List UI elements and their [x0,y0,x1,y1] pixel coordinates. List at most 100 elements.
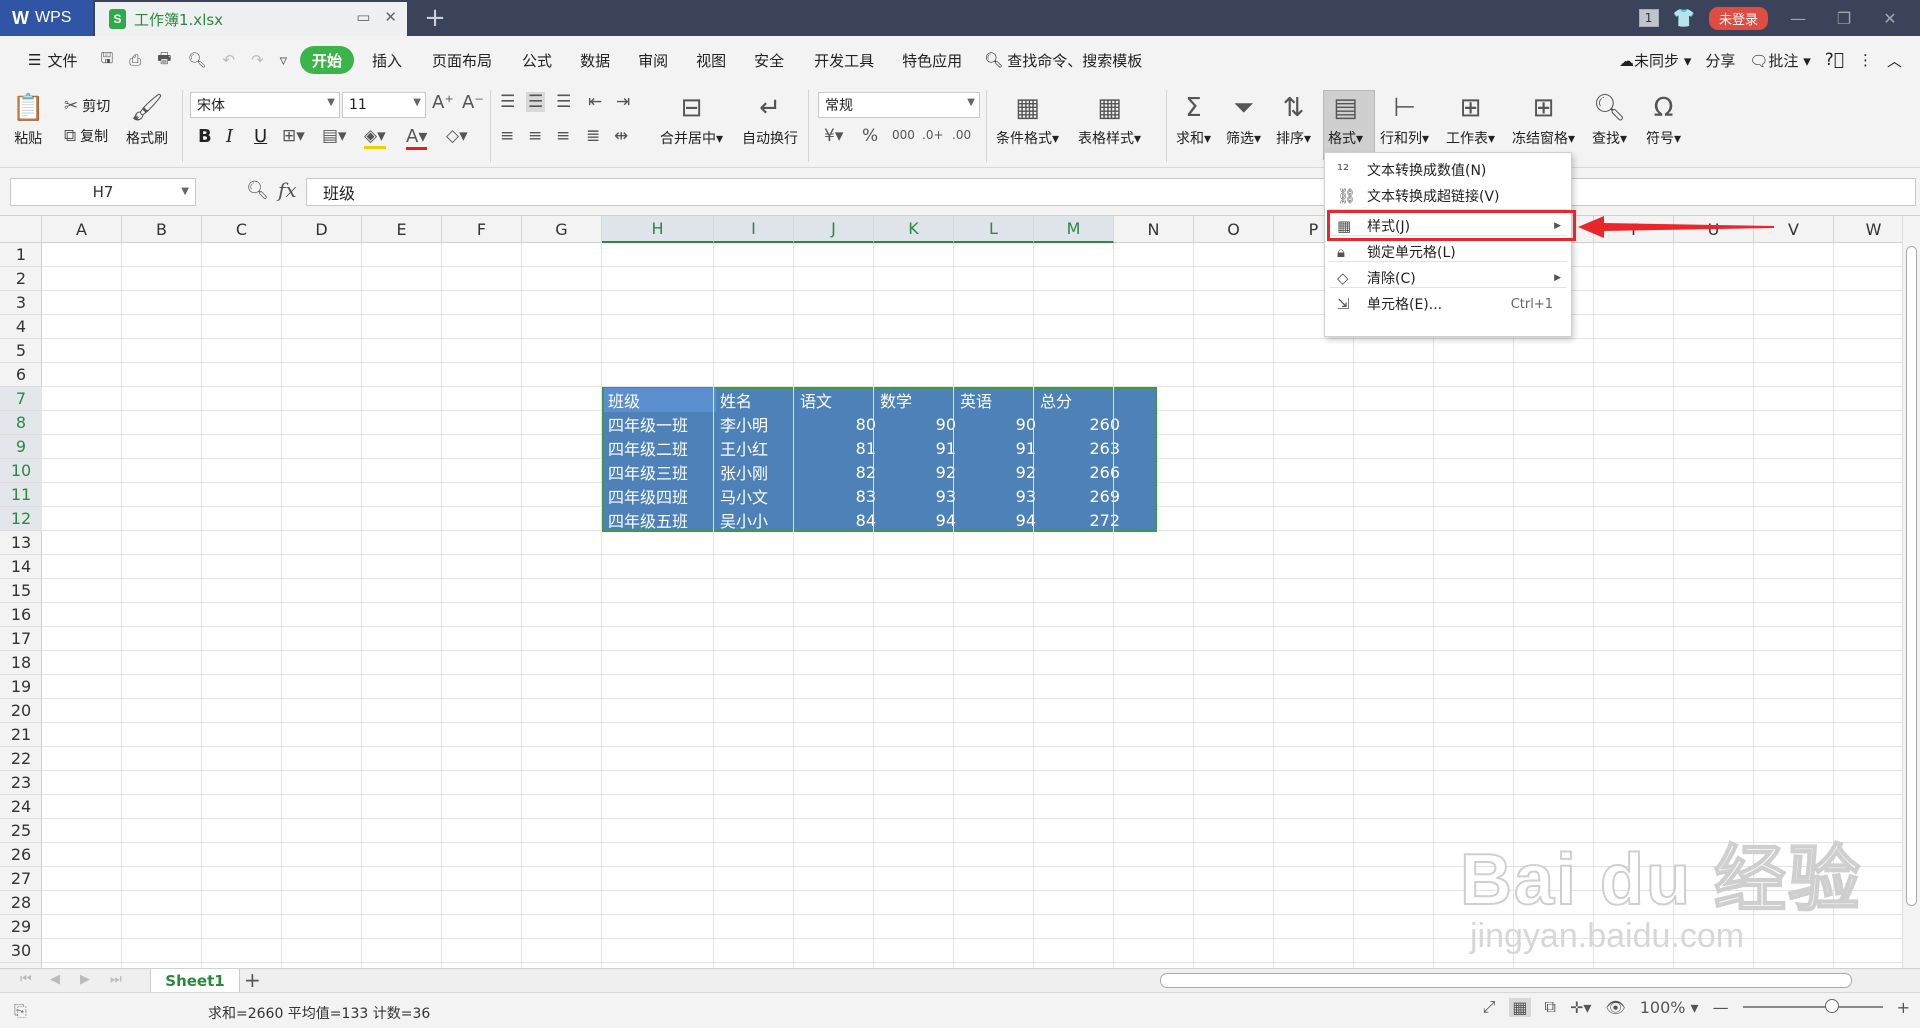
save-icon[interactable]: 🖫 [95,48,118,73]
table-cell[interactable]: 四年级五班 [608,508,716,532]
align-right-icon[interactable]: ≡ [556,126,570,146]
row-header[interactable]: 15 [0,579,42,603]
column-header[interactable]: C [202,216,282,243]
table-cell[interactable]: 263 [1040,436,1120,460]
menu-item[interactable]: ⛓ 文本转换成超链接(V) [1325,181,1571,211]
table-cell[interactable]: 260 [1040,412,1120,436]
column-header[interactable]: J [794,216,874,243]
prev-sheet-icon[interactable]: ◀ [50,972,60,987]
row-header[interactable]: 30 [0,939,42,963]
row-header[interactable]: 1 [0,243,42,267]
table-cell[interactable]: 93 [880,484,956,508]
row-header[interactable]: 21 [0,723,42,747]
column-header[interactable]: A [42,216,122,243]
undo-icon[interactable]: ↶ [217,51,240,69]
font-size-select[interactable]: 11 ▼ [342,92,426,118]
table-cell[interactable]: 92 [960,460,1036,484]
zoom-slider[interactable] [1742,999,1883,1013]
distributed-icon[interactable]: ⇹ [614,126,628,146]
row-header[interactable]: 9 [0,435,42,459]
table-cell[interactable]: 吴小小 [720,508,796,532]
tab-formulas[interactable]: 公式 [510,46,564,74]
table-cell[interactable]: 李小明 [720,412,796,436]
freeze-panes-button[interactable]: ⊞ 冻结窗格▾ [1512,92,1575,148]
scroll-thumb[interactable] [1906,246,1917,906]
login-button[interactable]: 未登录 [1708,6,1768,30]
horizontal-scrollbar[interactable] [1160,973,1852,988]
close-window-icon[interactable]: ✕ [1874,9,1906,28]
row-header[interactable]: 18 [0,651,42,675]
table-cell[interactable]: 张小刚 [720,460,796,484]
page-break-view-icon[interactable]: ⧉ [1545,997,1556,1017]
row-header[interactable]: 16 [0,603,42,627]
table-header-cell[interactable]: 总分 [1040,388,1120,412]
currency-icon[interactable]: ¥▾ [824,126,843,146]
table-cell[interactable]: 90 [960,412,1036,436]
skin-shirt-icon[interactable]: 👕 [1673,8,1695,29]
print-preview-icon[interactable]: 🔍︎ [182,51,211,69]
table-cell[interactable]: 82 [800,460,876,484]
filter-button[interactable]: ⏷ 筛选▾ [1226,92,1261,148]
table-cell[interactable]: 四年级三班 [608,460,716,484]
help-icon[interactable]: ?⃝ [1825,50,1844,70]
tab-review[interactable]: 审阅 [626,46,680,74]
column-header[interactable]: I [714,216,794,243]
symbol-button[interactable]: Ω 符号▾ [1646,92,1681,148]
file-menu[interactable]: ☰ 文件 [16,46,89,74]
row-header[interactable]: 17 [0,627,42,651]
underline-button[interactable]: U [254,126,267,147]
tab-security[interactable]: 安全 [742,46,796,74]
worksheet-button[interactable]: ⊞ 工作表▾ [1446,92,1495,148]
tab-view[interactable]: 视图 [684,46,738,74]
zoom-formula-icon[interactable]: 🔍︎ [246,180,269,201]
tab-developer[interactable]: 开发工具 [802,46,886,74]
column-header[interactable]: G [522,216,602,243]
sort-button[interactable]: ⇅ 排序▾ [1276,92,1311,148]
increase-font-icon[interactable]: A⁺ [432,92,454,113]
copy-button[interactable]: ⧉ 复制 [64,126,108,146]
column-header[interactable]: L [954,216,1034,243]
table-cell[interactable]: 93 [960,484,1036,508]
font-color-icon[interactable]: A▾ [406,126,428,150]
paste-button[interactable]: 📋 粘贴 [12,92,44,148]
row-header[interactable]: 4 [0,315,42,339]
wrap-text-button[interactable]: ↵ 自动换行 [742,92,798,148]
document-tab[interactable]: S 工作簿1.xlsx ▭ ✕ [95,2,407,36]
row-header[interactable]: 28 [0,891,42,915]
row-header[interactable]: 6 [0,363,42,387]
restore-icon[interactable]: ❐ [1828,9,1860,28]
row-header[interactable]: 20 [0,699,42,723]
table-cell[interactable]: 269 [1040,484,1120,508]
border-icon[interactable]: ⊞▾ [282,126,305,146]
tab-home[interactable]: 开始 [300,46,355,74]
decrease-font-icon[interactable]: A⁻ [462,92,484,113]
outdent-icon[interactable]: ⇤ [588,92,602,112]
column-header[interactable]: O [1194,216,1274,243]
formula-input[interactable]: 班级 [306,178,1916,206]
last-sheet-icon[interactable]: ⏭ [110,972,122,987]
wps-home-tab[interactable]: W WPS [0,0,93,36]
table-style-button[interactable]: ▦ 表格样式▾ [1078,92,1141,148]
table-cell[interactable]: 80 [800,412,876,436]
sync-status[interactable]: ☁未同步 ▾ [1619,50,1691,71]
table-cell[interactable]: 91 [960,436,1036,460]
table-cell[interactable]: 81 [800,436,876,460]
table-cell[interactable]: 马小文 [720,484,796,508]
row-header[interactable]: 13 [0,531,42,555]
zoom-in-icon[interactable]: + [1897,998,1910,1017]
close-tab-icon[interactable]: ✕ [384,8,397,26]
zoom-slider-knob[interactable] [1824,999,1839,1013]
tab-page-layout[interactable]: 页面布局 [420,46,504,74]
column-header[interactable]: H [602,216,714,243]
table-cell[interactable]: 94 [880,508,956,532]
row-header[interactable]: 10 [0,459,42,483]
row-header[interactable]: 14 [0,555,42,579]
table-cell[interactable]: 266 [1040,460,1120,484]
number-format-select[interactable]: 常规 ▼ [818,92,980,118]
float-window-icon[interactable]: ▭ [356,8,370,26]
table-cell[interactable]: 91 [880,436,956,460]
row-header[interactable]: 19 [0,675,42,699]
next-sheet-icon[interactable]: ▶ [80,972,90,987]
align-left-icon[interactable]: ≡ [500,126,514,146]
add-sheet-button[interactable]: + [244,968,261,992]
